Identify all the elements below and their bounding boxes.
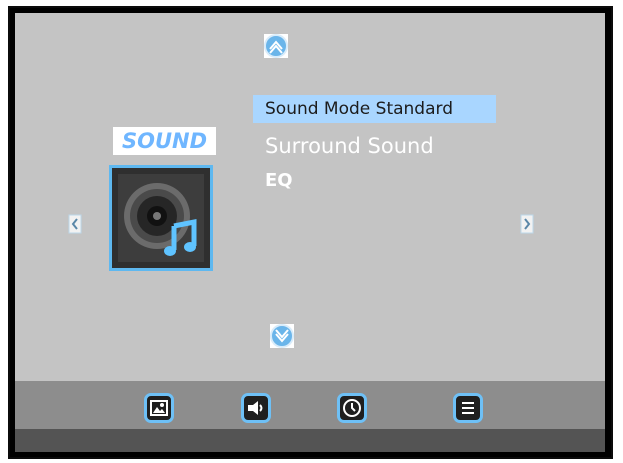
time-icon[interactable]	[337, 393, 367, 423]
menu-item-sound-mode[interactable]: Sound Mode Standard	[253, 95, 496, 123]
section-title: SOUND	[113, 127, 216, 155]
chevron-up-icon[interactable]	[261, 31, 291, 61]
sound-icon[interactable]	[241, 393, 271, 423]
speaker-music-icon	[118, 174, 204, 262]
category-card[interactable]	[109, 165, 213, 271]
menu-item-surround-sound[interactable]: Surround Sound	[265, 131, 434, 161]
picture-icon[interactable]	[144, 393, 174, 423]
tv-osd-frame: SOUND Sound Mode Standard Surround Sound…	[8, 6, 613, 459]
arrow-left-icon[interactable]	[68, 214, 82, 234]
bottom-tab-bar	[15, 381, 605, 429]
menu-item-eq[interactable]: EQ	[265, 167, 293, 195]
chevron-down-icon[interactable]	[267, 321, 297, 351]
osd-screen: SOUND Sound Mode Standard Surround Sound…	[15, 13, 605, 452]
bottom-strip	[15, 429, 605, 452]
menu-icon[interactable]	[453, 393, 483, 423]
arrow-right-icon[interactable]	[520, 214, 534, 234]
